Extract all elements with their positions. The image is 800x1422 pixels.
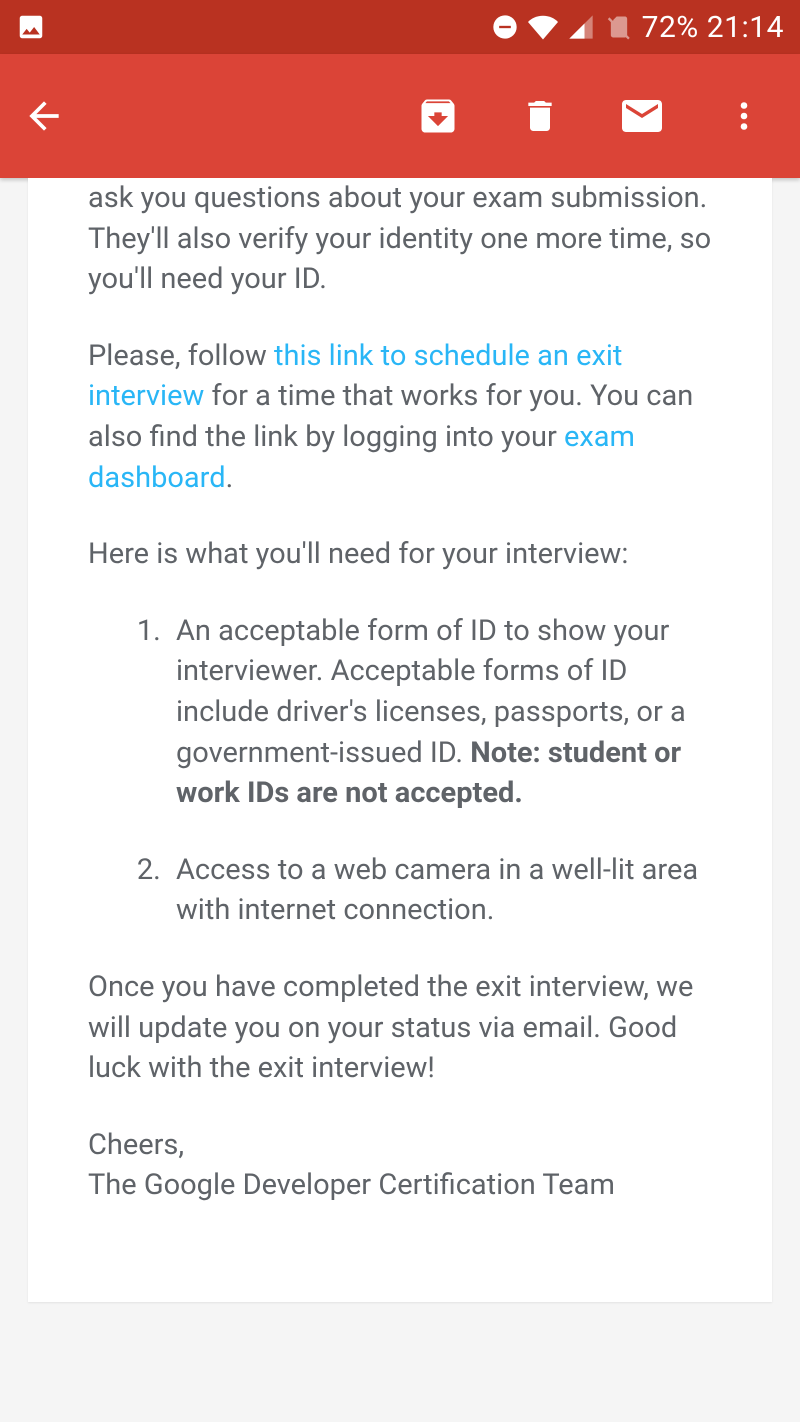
email-paragraph: Please, follow this link to schedule an … (88, 336, 712, 498)
email-paragraph: Here is what you'll need for your interv… (88, 534, 712, 575)
wifi-icon (528, 12, 558, 42)
status-left (16, 12, 46, 42)
picture-icon (16, 12, 46, 42)
no-sim-icon (604, 12, 634, 42)
email-card: ask you questions about your exam submis… (28, 178, 772, 1302)
cheers-line: Cheers, (88, 1128, 184, 1162)
more-button[interactable] (720, 92, 768, 140)
battery-text: 72% (642, 10, 699, 45)
dnd-icon (490, 12, 520, 42)
status-right: 72% 21:14 (490, 10, 784, 45)
app-bar (0, 54, 800, 178)
mark-unread-button[interactable] (618, 92, 666, 140)
email-body: ask you questions about your exam submis… (88, 178, 712, 1206)
status-bar: 72% 21:14 (0, 0, 800, 54)
list-item: An acceptable form of ID to show your in… (168, 611, 712, 814)
email-paragraph: Once you have completed the exit intervi… (88, 967, 712, 1089)
signature: Cheers, The Google Developer Certificati… (88, 1125, 712, 1206)
text: . (226, 461, 234, 495)
text: Please, follow (88, 339, 274, 373)
time-text: 21:14 (707, 10, 784, 45)
team-line: The Google Developer Certification Team (88, 1168, 615, 1202)
back-button[interactable] (20, 92, 68, 140)
email-paragraph: ask you questions about your exam submis… (88, 178, 712, 300)
requirements-list: An acceptable form of ID to show your in… (88, 611, 712, 931)
list-item: Access to a web camera in a well-lit are… (168, 850, 712, 931)
archive-button[interactable] (414, 92, 462, 140)
delete-button[interactable] (516, 92, 564, 140)
cell-signal-icon (566, 12, 596, 42)
content-area[interactable]: ask you questions about your exam submis… (0, 178, 800, 1422)
